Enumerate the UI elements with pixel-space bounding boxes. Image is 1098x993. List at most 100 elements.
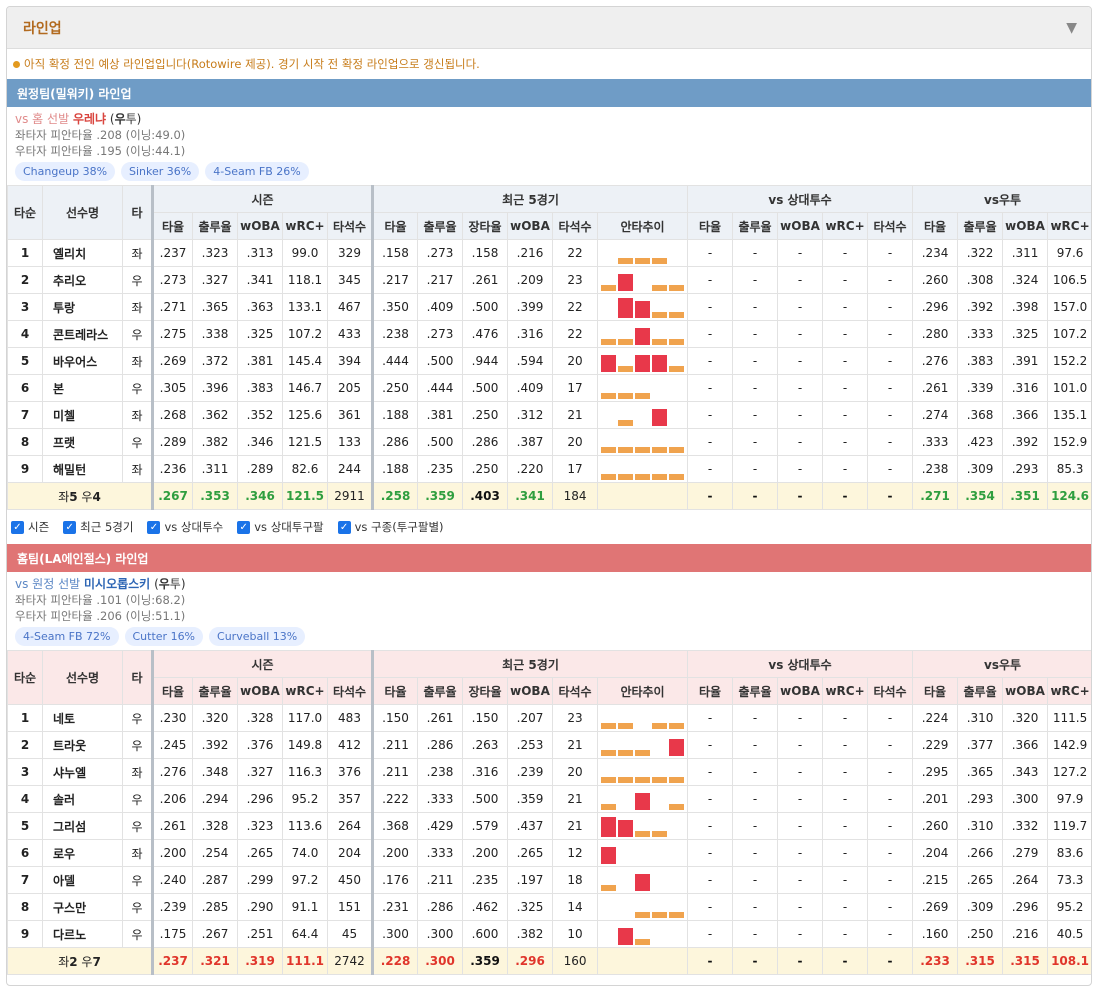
table-row[interactable]: 1 옐리치 좌 .237.323.313 99.0 329.158.273.158.216… bbox=[7, 239, 1091, 267]
player-name[interactable]: 바우어스 bbox=[42, 347, 123, 375]
checkbox-icon[interactable]: ✓ bbox=[147, 520, 161, 534]
opp-pitcher-name[interactable]: 우레냐 bbox=[73, 112, 106, 126]
home-lineup-table-wrap[interactable]: 타순 선수명 타 시즌 최근 5경기 vs 상대투수 vs우투 타율 출루율 wOBA wRC+ 타석… bbox=[7, 650, 1091, 975]
checkbox-season[interactable]: ✓ 시즌 bbox=[11, 519, 49, 535]
header-order: 타순 bbox=[7, 650, 43, 705]
bat-hand: 우 bbox=[122, 893, 153, 921]
vs-pitcher-stat: - bbox=[822, 812, 869, 840]
season-stat: .352 bbox=[237, 401, 283, 429]
table-row[interactable]: 4 솔러 우 .206.294.296 95.2 357.222.333.500.359 2… bbox=[7, 785, 1091, 813]
player-name[interactable]: 투랑 bbox=[42, 293, 123, 321]
table-row[interactable]: 9 다르노 우 .175.267.251 64.4 45.300.300.600.382 1… bbox=[7, 920, 1091, 948]
recent-stat: .381 bbox=[417, 401, 464, 429]
player-name[interactable]: 아델 bbox=[42, 866, 123, 894]
vs-pitcher-stat: - bbox=[777, 866, 824, 894]
table-row[interactable]: 7 아델 우 .240.287.299 97.2 450.176.211.235.197 1… bbox=[7, 866, 1091, 894]
recent-stat: .286 bbox=[462, 428, 509, 456]
hit-trend-bar bbox=[669, 912, 685, 918]
player-name[interactable]: 구스만 bbox=[42, 893, 123, 921]
player-name[interactable]: 로우 bbox=[42, 839, 123, 867]
hit-trend-sparkline bbox=[597, 347, 689, 375]
table-row[interactable]: 1 네토 우 .230.320.328 117.0 483.150.261.150.207… bbox=[7, 704, 1091, 732]
hit-trend-bar bbox=[652, 285, 668, 291]
batting-order: 1 bbox=[7, 239, 43, 267]
vs-pitcher-stat: - bbox=[687, 320, 734, 348]
season-stat: .328 bbox=[237, 704, 283, 732]
hit-trend-sparkline bbox=[597, 920, 689, 948]
recent-stat: .444 bbox=[371, 347, 419, 375]
vs-pitcher-stat: - bbox=[867, 293, 914, 321]
player-name[interactable]: 본 bbox=[42, 374, 123, 402]
summary-season-stat: 121.5 bbox=[282, 482, 328, 510]
bat-hand: 좌 bbox=[122, 839, 153, 867]
chevron-down-icon[interactable]: ▼ bbox=[1066, 20, 1077, 36]
player-name[interactable]: 네토 bbox=[42, 704, 123, 732]
recent-stat: 20 bbox=[552, 428, 599, 456]
summary-recent-stat: 160 bbox=[552, 947, 599, 975]
recent-stat: .500 bbox=[462, 374, 509, 402]
vs-rhp-stat: .280 bbox=[912, 320, 959, 348]
recent-stat: .444 bbox=[417, 374, 464, 402]
table-row[interactable]: 2 추리오 우 .273.327.341 118.1 345.217.217.261.20… bbox=[7, 266, 1091, 294]
recent-stat: .382 bbox=[507, 920, 554, 948]
away-lineup-table-wrap[interactable]: 타순 선수명 타 시즌 최근 5경기 vs 상대투수 vs우투 타율 출루율 wOBA wRC+ 타석… bbox=[7, 185, 1091, 510]
recent-stat: .250 bbox=[371, 374, 419, 402]
table-row[interactable]: 6 로우 좌 .200.254.265 74.0 204.200.333.200.265 1… bbox=[7, 839, 1091, 867]
recent-stat: .333 bbox=[417, 839, 464, 867]
table-row[interactable]: 9 해밀턴 좌 .236.311.289 82.6 244.188.235.250.220… bbox=[7, 455, 1091, 483]
table-row[interactable]: 4 콘트레라스 우 .275.338.325 107.2 433.238.273.476.… bbox=[7, 320, 1091, 348]
recent-stat: 22 bbox=[552, 293, 599, 321]
checkbox-vs-arm[interactable]: ✓ vs 상대투구팔 bbox=[237, 519, 324, 535]
table-row[interactable]: 7 미첼 좌 .268.362.352 125.6 361.188.381.250.312… bbox=[7, 401, 1091, 429]
vs-pitcher-stat: - bbox=[687, 812, 734, 840]
checkbox-icon[interactable]: ✓ bbox=[337, 520, 351, 534]
checkbox-vs-pitchtype[interactable]: ✓ vs 구종(투구팔별) bbox=[337, 519, 444, 535]
player-name[interactable]: 옐리치 bbox=[42, 239, 123, 267]
checkbox-icon[interactable]: ✓ bbox=[237, 520, 251, 534]
summary-vsp-stat: - bbox=[687, 947, 734, 975]
table-row[interactable]: 3 투랑 좌 .271.365.363 133.1 467.350.409.500.399… bbox=[7, 293, 1091, 321]
player-name[interactable]: 콘트레라스 bbox=[42, 320, 123, 348]
hit-trend-sparkline bbox=[597, 239, 689, 267]
player-name[interactable]: 프랫 bbox=[42, 428, 123, 456]
hit-trend-bar bbox=[601, 750, 617, 756]
header-recent-col: 장타율 bbox=[462, 677, 509, 705]
hit-trend-bar bbox=[635, 447, 651, 453]
vs-rhp-stat: .201 bbox=[912, 785, 959, 813]
vs-rhp-stat: .295 bbox=[912, 758, 959, 786]
checkbox-icon[interactable]: ✓ bbox=[11, 520, 24, 534]
summary-season-stat: .237 bbox=[151, 947, 193, 975]
table-row[interactable]: 3 샤누엘 좌 .276.348.327 116.3 376.211.238.316.23… bbox=[7, 758, 1091, 786]
player-name[interactable]: 추리오 bbox=[42, 266, 123, 294]
vs-pitcher-stat: - bbox=[777, 704, 824, 732]
vs-pitcher-stat: - bbox=[687, 401, 734, 429]
vs-pitcher-stat: - bbox=[687, 239, 734, 267]
player-name[interactable]: 그리섬 bbox=[42, 812, 123, 840]
player-name[interactable]: 미첼 bbox=[42, 401, 123, 429]
table-row[interactable]: 5 그리섬 우 .261.328.323 113.6 264.368.429.579.43… bbox=[7, 812, 1091, 840]
hit-trend-bar bbox=[635, 793, 651, 810]
header-hand: 타 bbox=[122, 650, 153, 705]
table-row[interactable]: 8 구스만 우 .239.285.290 91.1 151.231.286.462.325… bbox=[7, 893, 1091, 921]
recent-stat: .197 bbox=[507, 866, 554, 894]
player-name[interactable]: 해밀턴 bbox=[42, 455, 123, 483]
opp-pitcher-name[interactable]: 미시오롭스키 bbox=[84, 577, 150, 591]
vs-pitcher-stat: - bbox=[687, 704, 734, 732]
checkbox-icon[interactable]: ✓ bbox=[63, 520, 77, 534]
checkbox-recent5[interactable]: ✓ 최근 5경기 bbox=[63, 519, 133, 535]
player-name[interactable]: 다르노 bbox=[42, 920, 123, 948]
hit-trend-bar bbox=[601, 804, 617, 810]
table-row[interactable]: 6 본 우 .305.396.383 146.7 205.250.444.500.409 1… bbox=[7, 374, 1091, 402]
table-row[interactable]: 2 트라웃 우 .245.392.376 149.8 412.211.286.263.25… bbox=[7, 731, 1091, 759]
header-recent-col: 장타율 bbox=[462, 212, 509, 240]
checkbox-vs-pitcher[interactable]: ✓ vs 상대투수 bbox=[147, 519, 223, 535]
table-row[interactable]: 8 프랫 우 .289.382.346 121.5 133.286.500.286.387… bbox=[7, 428, 1091, 456]
panel-header[interactable]: 라인업 ▼ bbox=[7, 7, 1091, 49]
vs-rhp-stat: .279 bbox=[1002, 839, 1049, 867]
recent-stat: .944 bbox=[462, 347, 509, 375]
player-name[interactable]: 솔러 bbox=[42, 785, 123, 813]
table-row[interactable]: 5 바우어스 좌 .269.372.381 145.4 394.444.500.944.5… bbox=[7, 347, 1091, 375]
player-name[interactable]: 샤누엘 bbox=[42, 758, 123, 786]
recent-stat: .261 bbox=[417, 704, 464, 732]
player-name[interactable]: 트라웃 bbox=[42, 731, 123, 759]
